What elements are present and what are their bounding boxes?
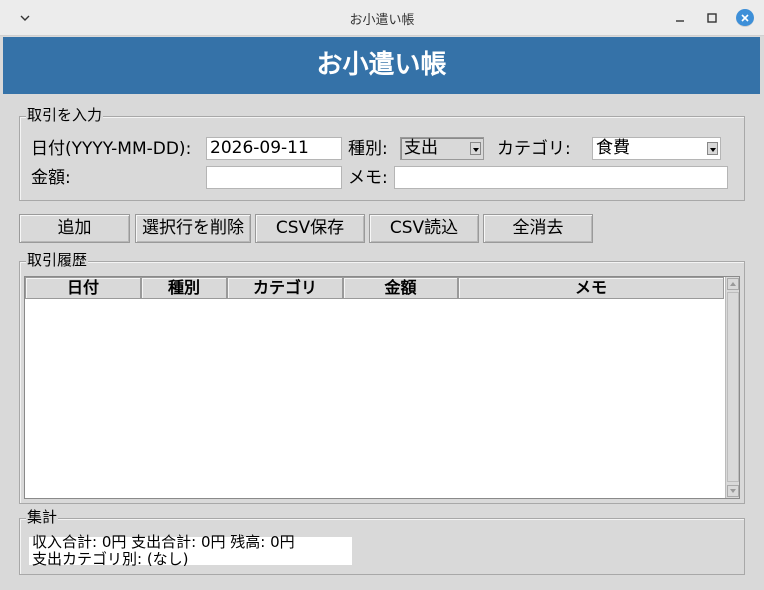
chevron-down-icon[interactable] <box>707 142 718 155</box>
memo-field[interactable] <box>394 166 728 189</box>
scroll-trough[interactable] <box>727 292 739 482</box>
amount-label: 金額: <box>31 168 71 188</box>
column-header-date[interactable]: 日付 <box>25 277 141 299</box>
summary-frame-legend: 集計 <box>26 508 59 526</box>
add-button[interactable]: 追加 <box>19 214 130 243</box>
scroll-up-icon[interactable] <box>727 278 739 290</box>
type-combobox-value: 支出 <box>404 138 438 158</box>
history-table-header: 日付 種別 カテゴリ 金額 メモ <box>25 277 724 299</box>
minimize-icon[interactable] <box>672 10 688 26</box>
category-combobox[interactable]: 食費 <box>592 137 721 160</box>
summary-panel: 収入合計: 0円 支出合計: 0円 残高: 0円 支出カテゴリ別: (なし) <box>29 533 352 568</box>
type-combobox[interactable]: 支出 <box>400 137 484 160</box>
category-combobox-value: 食費 <box>596 138 630 158</box>
column-header-category[interactable]: カテゴリ <box>227 277 343 299</box>
column-header-type[interactable]: 種別 <box>141 277 227 299</box>
close-icon[interactable] <box>736 9 754 27</box>
chevron-down-icon[interactable] <box>470 142 481 155</box>
summary-totals: 収入合計: 0円 支出合計: 0円 残高: 0円 <box>32 533 295 551</box>
csv-load-button[interactable]: CSV読込 <box>369 214 479 243</box>
history-frame-legend: 取引履歴 <box>26 251 89 269</box>
maximize-icon[interactable] <box>704 10 720 26</box>
column-header-memo[interactable]: メモ <box>458 277 724 299</box>
date-field[interactable]: 2026-09-11 <box>206 137 342 160</box>
window-titlebar: お小遣い帳 <box>0 0 764 36</box>
amount-field[interactable] <box>206 166 342 189</box>
date-label: 日付(YYYY-MM-DD): <box>31 139 192 159</box>
clear-all-button[interactable]: 全消去 <box>483 214 593 243</box>
window-title: お小遣い帳 <box>349 13 415 28</box>
type-label: 種別: <box>348 139 388 159</box>
csv-save-button[interactable]: CSV保存 <box>255 214 365 243</box>
scroll-down-icon[interactable] <box>727 485 739 497</box>
column-header-amount[interactable]: 金額 <box>343 277 458 299</box>
category-label: カテゴリ: <box>497 139 571 159</box>
input-frame-legend: 取引を入力 <box>26 106 104 124</box>
summary-category-breakdown: 支出カテゴリ別: (なし) <box>32 550 189 568</box>
history-table[interactable]: 日付 種別 カテゴリ 金額 メモ <box>24 276 740 499</box>
history-scrollbar[interactable] <box>725 277 739 498</box>
memo-label: メモ: <box>348 168 388 188</box>
delete-selected-button[interactable]: 選択行を削除 <box>135 214 251 243</box>
app-banner: お小遣い帳 <box>3 37 760 94</box>
